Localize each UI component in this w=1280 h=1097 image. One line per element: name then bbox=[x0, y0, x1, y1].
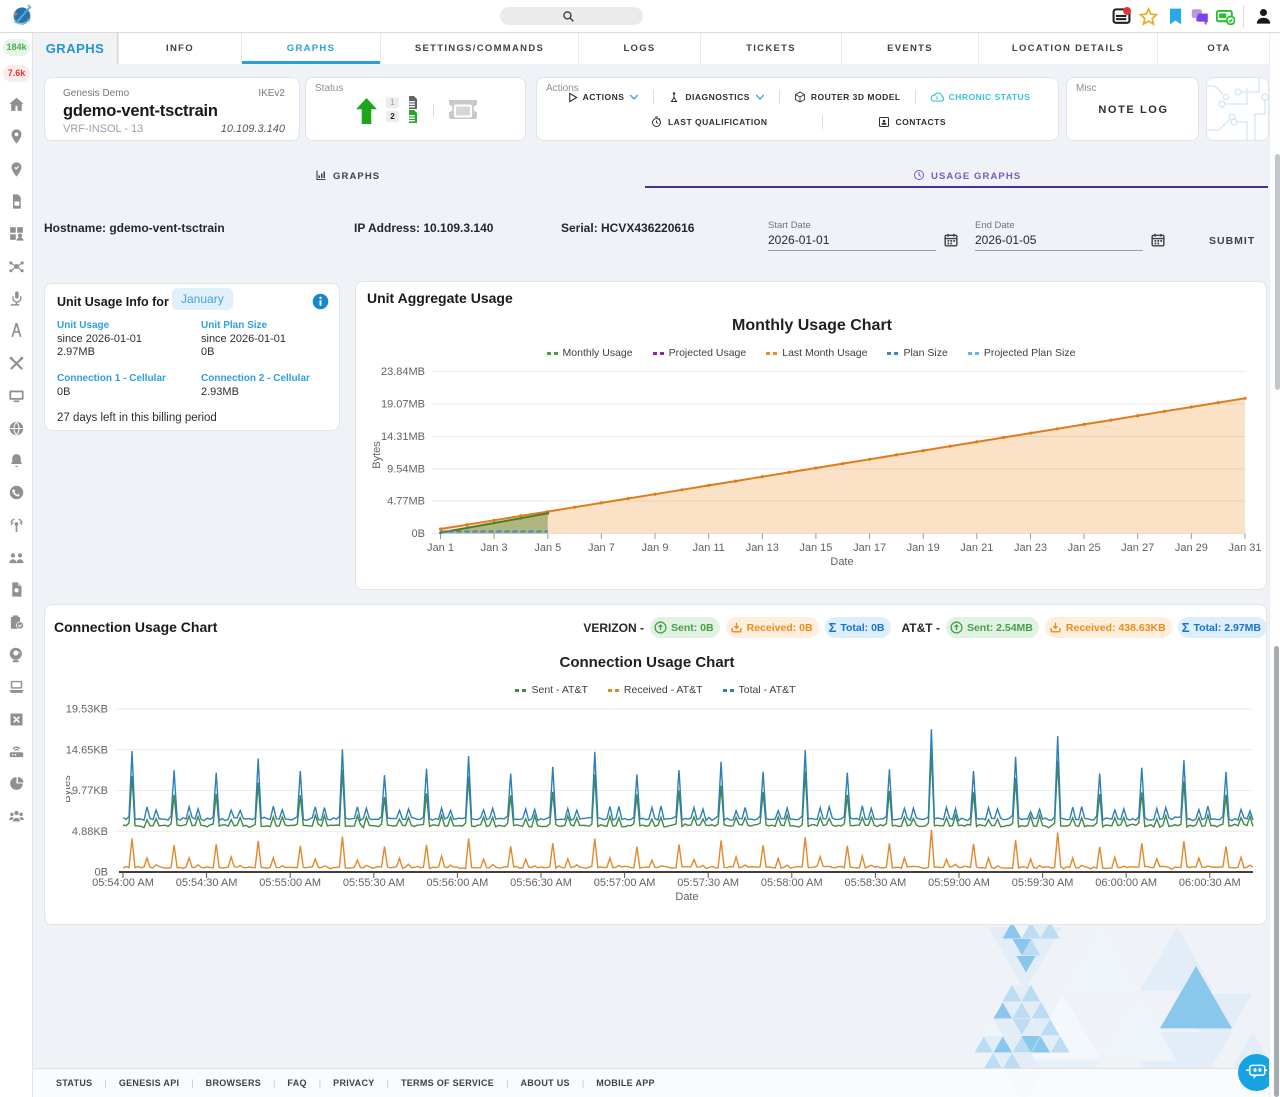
svg-text:Jan 13: Jan 13 bbox=[746, 542, 779, 554]
svg-text:05:54:00 AM: 05:54:00 AM bbox=[92, 877, 154, 889]
svg-text:Monthly Usage Chart: Monthly Usage Chart bbox=[732, 317, 893, 334]
svg-text:05:55:30 AM: 05:55:30 AM bbox=[343, 877, 405, 889]
svg-text:05:56:00 AM: 05:56:00 AM bbox=[427, 877, 489, 889]
svg-text:9.77KB: 9.77KB bbox=[72, 785, 108, 797]
svg-text:Jan 9: Jan 9 bbox=[642, 542, 669, 554]
svg-text:05:56:30 AM: 05:56:30 AM bbox=[510, 877, 572, 889]
svg-text:4.77MB: 4.77MB bbox=[387, 496, 425, 508]
svg-text:Jan 11: Jan 11 bbox=[693, 542, 725, 554]
svg-text:06:00:00 AM: 06:00:00 AM bbox=[1095, 877, 1157, 889]
svg-text:Connection Usage Chart: Connection Usage Chart bbox=[559, 654, 734, 671]
svg-text:Jan 23: Jan 23 bbox=[1014, 542, 1047, 554]
svg-text:Jan 17: Jan 17 bbox=[853, 542, 886, 554]
svg-text:9.54MB: 9.54MB bbox=[387, 464, 425, 476]
svg-text:05:55:00 AM: 05:55:00 AM bbox=[259, 877, 321, 889]
svg-text:14.65KB: 14.65KB bbox=[66, 744, 108, 756]
svg-text:05:57:30 AM: 05:57:30 AM bbox=[677, 877, 739, 889]
svg-text:0B: 0B bbox=[412, 528, 425, 540]
svg-text:05:57:00 AM: 05:57:00 AM bbox=[594, 877, 656, 889]
svg-text:Jan 25: Jan 25 bbox=[1068, 542, 1101, 554]
svg-text:23.84MB: 23.84MB bbox=[381, 366, 425, 378]
svg-text:Bytes: Bytes bbox=[371, 441, 383, 469]
svg-text:Bytes: Bytes bbox=[66, 775, 73, 803]
svg-text:05:58:30 AM: 05:58:30 AM bbox=[845, 877, 907, 889]
svg-text:19.07MB: 19.07MB bbox=[381, 399, 425, 411]
svg-text:4.88KB: 4.88KB bbox=[72, 826, 108, 838]
svg-text:Jan 21: Jan 21 bbox=[960, 542, 993, 554]
svg-text:Jan 19: Jan 19 bbox=[907, 542, 940, 554]
svg-text:05:59:00 AM: 05:59:00 AM bbox=[928, 877, 990, 889]
svg-text:Date: Date bbox=[830, 556, 853, 568]
svg-text:Jan 29: Jan 29 bbox=[1175, 542, 1208, 554]
svg-text:Jan 27: Jan 27 bbox=[1121, 542, 1154, 554]
svg-text:Jan 15: Jan 15 bbox=[799, 542, 832, 554]
svg-text:05:54:30 AM: 05:54:30 AM bbox=[176, 877, 238, 889]
svg-text:14.31MB: 14.31MB bbox=[381, 431, 425, 443]
svg-text:Jan 3: Jan 3 bbox=[481, 542, 508, 554]
svg-text:05:58:00 AM: 05:58:00 AM bbox=[761, 877, 823, 889]
svg-text:05:59:30 AM: 05:59:30 AM bbox=[1012, 877, 1074, 889]
svg-text:Jan 5: Jan 5 bbox=[534, 542, 561, 554]
svg-text:Jan 31: Jan 31 bbox=[1228, 542, 1261, 554]
svg-text:Jan 7: Jan 7 bbox=[588, 542, 615, 554]
svg-text:Date: Date bbox=[675, 891, 698, 903]
svg-text:Jan 1: Jan 1 bbox=[427, 542, 454, 554]
svg-text:06:00:30 AM: 06:00:30 AM bbox=[1179, 877, 1241, 889]
svg-text:19.53KB: 19.53KB bbox=[66, 704, 108, 716]
